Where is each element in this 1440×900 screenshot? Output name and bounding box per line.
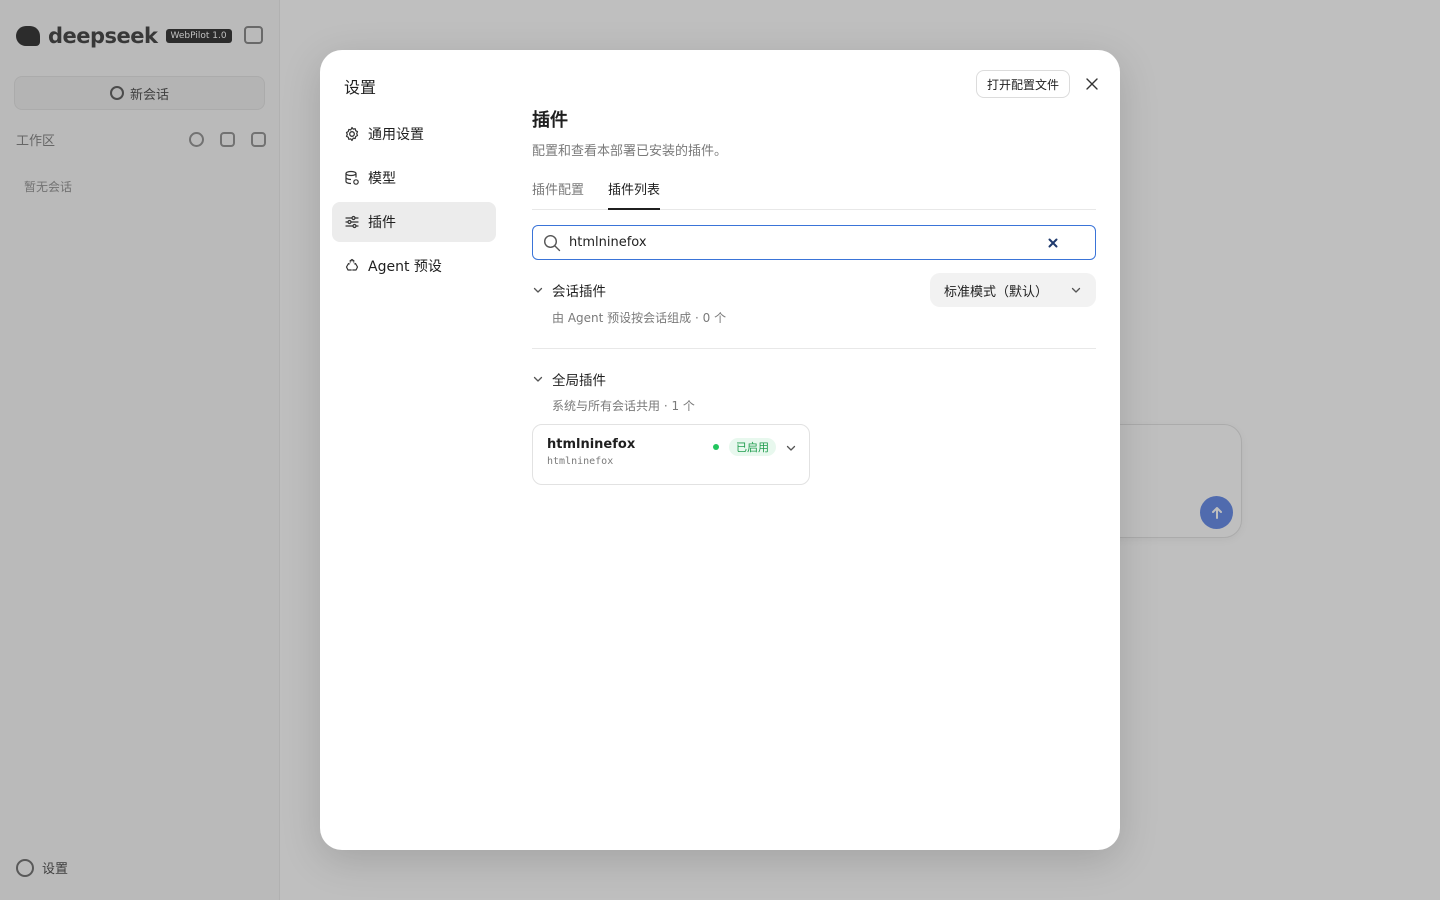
nav-label: 插件 [368, 215, 396, 231]
settings-nav: 通用设置 模型 插件 Agent 预设 [332, 114, 496, 290]
sliders-icon [344, 214, 360, 230]
chevron-down-icon[interactable] [532, 284, 544, 296]
nav-label: Agent 预设 [368, 259, 442, 275]
modal-title: 设置 [344, 78, 377, 97]
search-input[interactable] [569, 235, 1045, 250]
group-count: · 1 个 [663, 399, 695, 413]
plugin-card[interactable]: htmlninefox htmlninefox 已启用 [532, 424, 810, 485]
nav-item-agent-presets[interactable]: Agent 预设 [332, 246, 496, 286]
group-title: 会话插件 [552, 284, 606, 300]
nav-item-plugins[interactable]: 插件 [332, 202, 496, 242]
group-title: 全局插件 [552, 373, 606, 389]
group-subtitle-text: 系统与所有会话共用 [552, 399, 661, 413]
chevron-down-icon[interactable] [785, 442, 797, 454]
nav-item-general[interactable]: 通用设置 [332, 114, 496, 154]
divider [532, 348, 1096, 349]
close-icon[interactable] [1082, 74, 1102, 94]
chevron-down-icon [1071, 287, 1081, 293]
status-badge: 已启用 [729, 438, 776, 456]
mode-dropdown-value: 标准模式（默认） [944, 284, 1049, 300]
nav-label: 模型 [368, 171, 396, 187]
settings-modal: 设置 通用设置 模型 插件 Agent 预设 打开配置文件 插件 配置和查看本部… [320, 50, 1120, 850]
section-description: 配置和查看本部署已安装的插件。 [532, 144, 728, 159]
mode-dropdown[interactable]: 标准模式（默认） [930, 273, 1096, 307]
tab-bar: 插件配置 插件列表 [532, 177, 1096, 210]
group-subtitle-text: 由 Agent 预设按会话组成 [552, 311, 692, 325]
section-title: 插件 [532, 110, 568, 131]
database-icon [344, 170, 360, 186]
search-box[interactable] [532, 225, 1096, 260]
session-plugins-group: 会话插件 标准模式（默认） 由 Agent 预设按会话组成 · 0 个 [532, 272, 1096, 326]
global-plugins-group: 全局插件 系统与所有会话共用 · 1 个 htmlninefox htmlnin… [532, 361, 1096, 485]
clear-search-icon[interactable] [1045, 235, 1061, 251]
nav-item-model[interactable]: 模型 [332, 158, 496, 198]
search-icon [543, 234, 561, 251]
chevron-down-icon[interactable] [532, 373, 544, 385]
gear-icon [344, 126, 360, 142]
recycle-icon [344, 258, 360, 274]
nav-label: 通用设置 [368, 127, 424, 143]
group-subtitle: 系统与所有会话共用 · 1 个 [532, 397, 1096, 414]
plugins-panel: 插件 配置和查看本部署已安装的插件。 插件配置 插件列表 会话插件 标准模式（默… [532, 106, 1096, 485]
group-count: · 0 个 [694, 311, 727, 325]
plugin-id: htmlninefox [547, 456, 614, 467]
tab-plugin-config[interactable]: 插件配置 [532, 177, 584, 209]
group-subtitle: 由 Agent 预设按会话组成 · 0 个 [532, 309, 1096, 326]
status-dot [713, 444, 719, 450]
open-config-button[interactable]: 打开配置文件 [976, 70, 1071, 98]
tab-plugin-list[interactable]: 插件列表 [608, 177, 661, 210]
